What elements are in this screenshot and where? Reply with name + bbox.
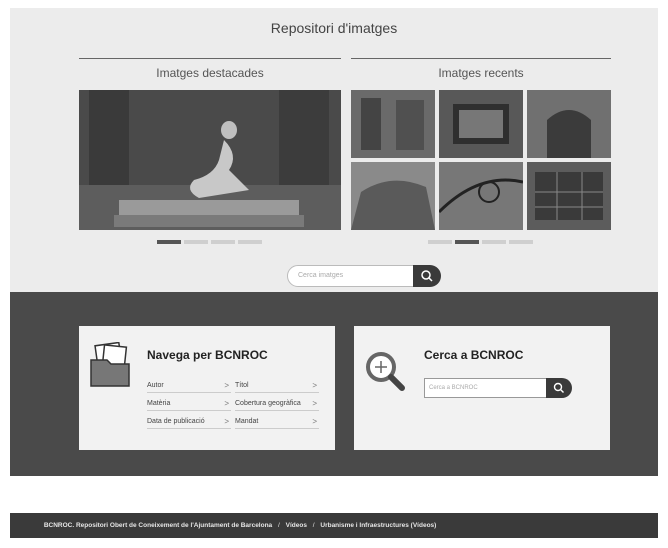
- browse-link-label: Cobertura geogràfica: [235, 400, 301, 407]
- recent-image[interactable]: [439, 90, 523, 158]
- carousel-dot[interactable]: [455, 240, 479, 244]
- breadcrumb-separator: /: [278, 522, 280, 529]
- featured-title: Imatges destacades: [156, 66, 264, 80]
- browse-link-label: Mandat: [235, 418, 259, 425]
- search-icon: [553, 382, 564, 393]
- browse-link-mandate[interactable]: Mandat >: [235, 415, 319, 429]
- chevron-right-icon: >: [312, 381, 317, 390]
- bcnroc-search-button[interactable]: [546, 378, 572, 398]
- featured-image[interactable]: [79, 90, 341, 230]
- carousel-dot[interactable]: [211, 240, 235, 244]
- recent-title: Imatges recents: [438, 66, 524, 80]
- folder-icon: [90, 342, 130, 387]
- magnifier-plus-icon: [366, 352, 405, 391]
- browse-card-title: Navega per BCNROC: [147, 348, 268, 362]
- image-repository-section: Repositori d'imatges Imatges destacades …: [10, 8, 658, 292]
- breadcrumb-separator: /: [312, 522, 315, 529]
- carousel-dot[interactable]: [157, 240, 181, 244]
- browse-link-label: Data de publicació: [147, 418, 205, 425]
- recent-image[interactable]: [351, 90, 435, 158]
- image-search: Cerca imatges: [287, 265, 441, 287]
- footer-breadcrumb: BCNROC. Repositori Obert de Coneixement …: [10, 513, 658, 538]
- breadcrumb-current: Urbanisme i Infraestructures (Vídeos): [320, 522, 437, 529]
- chevron-right-icon: >: [312, 399, 317, 408]
- image-search-input[interactable]: Cerca imatges: [287, 265, 415, 287]
- recent-image[interactable]: [351, 162, 435, 230]
- chevron-right-icon: >: [312, 417, 317, 426]
- bcnroc-search-input[interactable]: Cerca a BCNROC: [424, 378, 548, 398]
- page-title: Repositori d'imatges: [270, 20, 398, 36]
- browse-link-date[interactable]: Data de publicació >: [147, 415, 231, 429]
- chevron-right-icon: >: [224, 417, 229, 426]
- browse-link-author[interactable]: Autor >: [147, 379, 231, 393]
- recent-image[interactable]: [439, 162, 523, 230]
- recent-image[interactable]: [527, 162, 611, 230]
- browse-link-label: Títol: [235, 382, 249, 389]
- carousel-dot[interactable]: [184, 240, 208, 244]
- browse-link-subject[interactable]: Matèria >: [147, 397, 231, 411]
- search-card: Cerca a BCNROC Cerca a BCNROC: [354, 326, 610, 450]
- search-card-title: Cerca a BCNROC: [424, 348, 524, 362]
- search-icon: [421, 270, 433, 282]
- breadcrumb-root-link[interactable]: BCNROC. Repositori Obert de Coneixement …: [44, 513, 272, 538]
- browse-link-label: Autor: [147, 382, 164, 389]
- breadcrumb-videos-link[interactable]: Vídeos: [286, 513, 307, 538]
- chevron-right-icon: >: [224, 399, 229, 408]
- carousel-dot[interactable]: [509, 240, 533, 244]
- recent-carousel-dots: [428, 240, 533, 244]
- portal-band: Navega per BCNROC Autor > Títol > Matèria >…: [10, 292, 658, 476]
- image-search-button[interactable]: [413, 265, 441, 287]
- browse-link-title[interactable]: Títol >: [235, 379, 319, 393]
- featured-carousel-dots: [157, 240, 262, 244]
- browse-link-geographic[interactable]: Cobertura geogràfica >: [235, 397, 319, 411]
- carousel-dot[interactable]: [428, 240, 452, 244]
- chevron-right-icon: >: [224, 381, 229, 390]
- recent-divider: [351, 58, 611, 59]
- featured-divider: [79, 58, 341, 59]
- browse-link-label: Matèria: [147, 400, 171, 407]
- browse-card: Navega per BCNROC Autor > Títol > Matèria >…: [79, 326, 335, 450]
- recent-image[interactable]: [527, 90, 611, 158]
- carousel-dot[interactable]: [238, 240, 262, 244]
- carousel-dot[interactable]: [482, 240, 506, 244]
